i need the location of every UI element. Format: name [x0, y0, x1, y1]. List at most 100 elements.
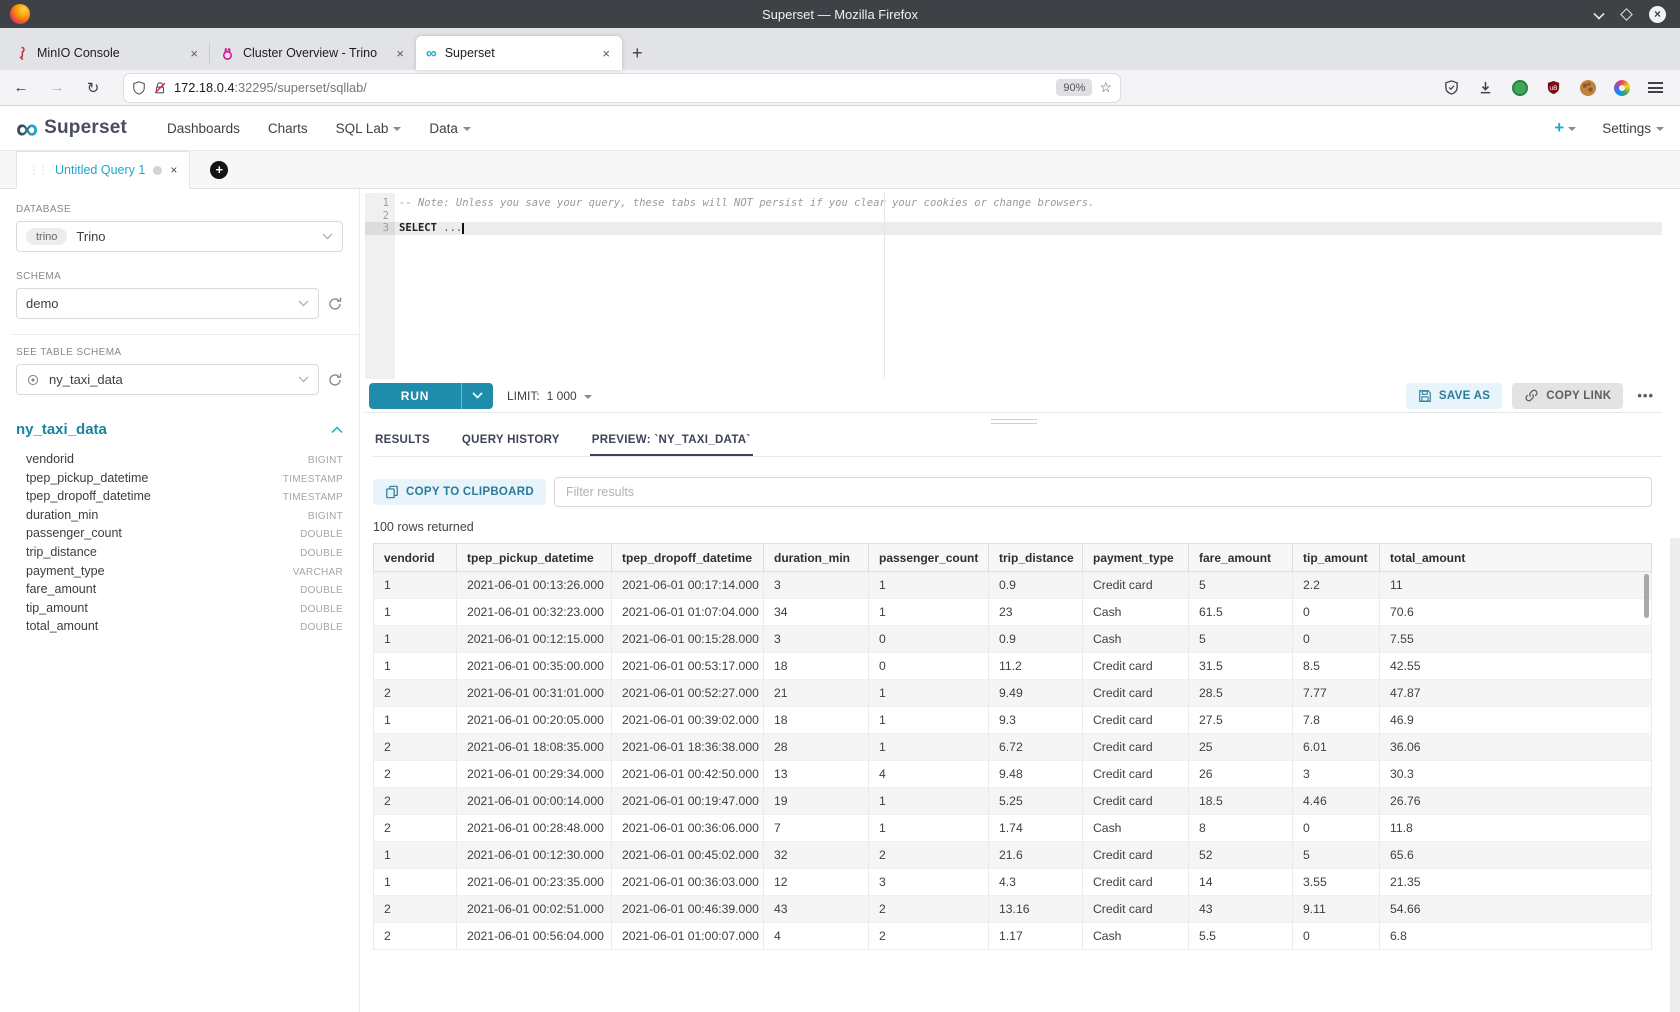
- column-header[interactable]: tip_amount: [1293, 544, 1380, 572]
- add-query-tab-button[interactable]: +: [210, 161, 228, 179]
- filter-results-input[interactable]: [554, 477, 1652, 507]
- column-header[interactable]: tpep_pickup_datetime: [457, 544, 612, 572]
- tab-close-icon[interactable]: ×: [188, 46, 200, 61]
- zoom-level-badge[interactable]: 90%: [1056, 79, 1092, 96]
- pane-resize-handle[interactable]: [991, 416, 1037, 427]
- query-tab-title: Untitled Query 1: [55, 163, 145, 177]
- extension-green-icon[interactable]: [1511, 79, 1528, 96]
- cell: 13: [764, 761, 869, 788]
- sqllab-sidebar: DATABASE trino Trino SCHEMA demo SEE TAB…: [0, 189, 360, 1012]
- bookmark-star-icon[interactable]: ☆: [1099, 79, 1112, 96]
- ublock-icon[interactable]: uB: [1545, 79, 1562, 96]
- refresh-schema-icon[interactable]: [327, 296, 343, 312]
- cell: 2021-06-01 00:36:06.000: [612, 815, 764, 842]
- sql-editor[interactable]: 1 2 3 -- Note: Unless you save your quer…: [365, 193, 1662, 379]
- menu-hamburger-icon[interactable]: [1647, 79, 1664, 96]
- insecure-lock-icon[interactable]: [153, 81, 167, 95]
- column-header[interactable]: fare_amount: [1189, 544, 1293, 572]
- cell: 9.48: [989, 761, 1083, 788]
- back-icon[interactable]: ←: [10, 79, 32, 96]
- cell: 25: [1189, 734, 1293, 761]
- window-close-icon[interactable]: ×: [1649, 6, 1666, 23]
- trino-icon: [220, 46, 235, 61]
- more-options-button[interactable]: •••: [1633, 388, 1658, 403]
- nav-item-data[interactable]: Data: [429, 121, 471, 136]
- cookie-extension-icon[interactable]: [1579, 79, 1596, 96]
- table-row: 12021-06-01 00:32:23.0002021-06-01 01:07…: [374, 599, 1652, 626]
- drag-handle-icon[interactable]: ⋮⋮: [29, 165, 47, 176]
- browser-tabbar: MinIO Console × Cluster Overview - Trino…: [0, 28, 1680, 70]
- copy-link-button[interactable]: COPY LINK: [1512, 383, 1623, 409]
- database-select[interactable]: trino Trino: [16, 221, 343, 252]
- schema-column: tpep_pickup_datetimeTIMESTAMP: [16, 471, 343, 490]
- table-schema-title[interactable]: ny_taxi_data: [16, 421, 331, 438]
- cell: 70.6: [1380, 599, 1652, 626]
- settings-label: Settings: [1602, 121, 1651, 136]
- page-scrollbar-track[interactable]: [1670, 538, 1680, 1012]
- new-item-button[interactable]: +: [1554, 118, 1576, 138]
- schema-column-list: vendoridBIGINTtpep_pickup_datetimeTIMEST…: [16, 452, 343, 638]
- column-header[interactable]: vendorid: [374, 544, 457, 572]
- chevron-up-icon[interactable]: [331, 426, 343, 434]
- cell: 2: [374, 815, 457, 842]
- editor-code-area[interactable]: -- Note: Unless you save your query, the…: [395, 193, 1662, 379]
- nav-item-charts[interactable]: Charts: [268, 121, 308, 136]
- column-name: fare_amount: [16, 582, 300, 596]
- cell: 8: [1189, 815, 1293, 842]
- window-minimize-icon[interactable]: [1593, 8, 1604, 19]
- colorful-extension-icon[interactable]: [1613, 79, 1630, 96]
- column-name: duration_min: [16, 508, 308, 522]
- tab-results[interactable]: RESULTS: [373, 434, 432, 456]
- reload-icon[interactable]: ↻: [82, 79, 104, 97]
- new-tab-button[interactable]: +: [622, 43, 653, 70]
- link-icon: [1524, 388, 1539, 403]
- url-bar[interactable]: 172.18.0.4:32295/superset/sqllab/ 90% ☆: [124, 74, 1120, 102]
- cell: 32: [764, 842, 869, 869]
- cell: 2: [374, 923, 457, 950]
- downloads-icon[interactable]: [1477, 79, 1494, 96]
- settings-menu[interactable]: Settings: [1602, 121, 1664, 136]
- browser-tab-minio[interactable]: MinIO Console ×: [4, 36, 210, 70]
- cell: 21: [764, 680, 869, 707]
- chevron-down-icon: [1568, 127, 1576, 131]
- cell: 5.25: [989, 788, 1083, 815]
- refresh-table-icon[interactable]: [327, 372, 343, 388]
- forward-icon[interactable]: →: [46, 79, 68, 96]
- browser-tab-superset[interactable]: ∞ Superset ×: [416, 36, 622, 70]
- table-select[interactable]: ny_taxi_data: [16, 364, 319, 395]
- tab-preview-ny-taxi-data[interactable]: PREVIEW: `NY_TAXI_DATA`: [590, 434, 753, 456]
- plus-icon: +: [1554, 118, 1564, 138]
- run-button[interactable]: RUN: [369, 383, 493, 409]
- limit-dropdown[interactable]: LIMIT: 1 000: [507, 389, 592, 403]
- tab-close-icon[interactable]: ×: [600, 46, 612, 61]
- cell: 2021-06-01 00:56:04.000: [457, 923, 612, 950]
- nav-item-sql-lab[interactable]: SQL Lab: [336, 121, 402, 136]
- column-type: TIMESTAMP: [283, 492, 343, 503]
- schema-select[interactable]: demo: [16, 288, 319, 319]
- query-tab-close-icon[interactable]: ×: [170, 163, 177, 177]
- column-header[interactable]: trip_distance: [989, 544, 1083, 572]
- save-as-button[interactable]: SAVE AS: [1406, 383, 1502, 409]
- chevron-down-icon: [463, 127, 471, 131]
- column-header[interactable]: duration_min: [764, 544, 869, 572]
- column-type: VARCHAR: [293, 567, 343, 578]
- superset-logo[interactable]: ∞ Superset: [16, 113, 127, 144]
- shield-icon[interactable]: [132, 81, 146, 95]
- column-header[interactable]: payment_type: [1083, 544, 1189, 572]
- tab-title: MinIO Console: [37, 46, 180, 60]
- tab-close-icon[interactable]: ×: [394, 46, 406, 61]
- privacy-shield-icon[interactable]: [1443, 79, 1460, 96]
- table-scrollbar-thumb[interactable]: [1644, 574, 1649, 618]
- browser-tab-trino[interactable]: Cluster Overview - Trino ×: [210, 36, 416, 70]
- window-maximize-icon[interactable]: [1620, 8, 1633, 21]
- schema-column: fare_amountDOUBLE: [16, 582, 343, 601]
- column-header[interactable]: total_amount: [1380, 544, 1652, 572]
- column-header[interactable]: tpep_dropoff_datetime: [612, 544, 764, 572]
- tab-query-history[interactable]: QUERY HISTORY: [460, 434, 562, 456]
- column-header[interactable]: passenger_count: [869, 544, 989, 572]
- run-options-caret[interactable]: [461, 383, 493, 409]
- nav-item-dashboards[interactable]: Dashboards: [167, 121, 240, 136]
- copy-to-clipboard-button[interactable]: COPY TO CLIPBOARD: [373, 479, 546, 505]
- cell: 5: [1189, 626, 1293, 653]
- query-tab-untitled-1[interactable]: ⋮⋮ Untitled Query 1 ×: [16, 151, 190, 189]
